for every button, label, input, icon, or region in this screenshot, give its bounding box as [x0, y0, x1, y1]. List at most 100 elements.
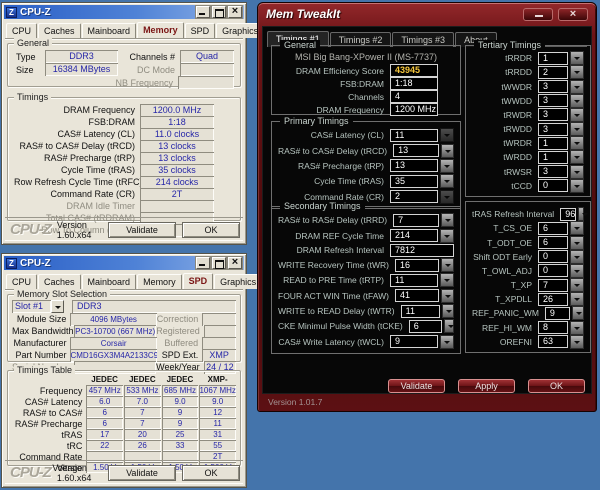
timing-value[interactable]: 16: [395, 259, 439, 272]
tab[interactable]: Caches: [38, 274, 81, 289]
slot-select[interactable]: Slot #1: [12, 300, 64, 313]
timing-value[interactable]: 2: [390, 190, 438, 203]
apply-button[interactable]: Apply: [458, 379, 515, 393]
chevron-down-icon[interactable]: [570, 292, 584, 306]
close-icon[interactable]: [228, 257, 242, 269]
timing-value[interactable]: 3: [538, 108, 568, 121]
chevron-down-icon[interactable]: [440, 190, 454, 204]
minimize-icon[interactable]: [523, 8, 553, 21]
cpuz-titlebar[interactable]: CPU-Z: [4, 5, 244, 19]
timing-value[interactable]: 1: [538, 151, 568, 164]
chevron-down-icon[interactable]: [440, 273, 454, 287]
ok-button[interactable]: OK: [182, 465, 240, 481]
chevron-down-icon[interactable]: [441, 144, 454, 158]
tab[interactable]: SPD: [183, 273, 214, 289]
timing-value[interactable]: 11: [390, 274, 438, 287]
timing-value[interactable]: 26: [538, 293, 568, 306]
tab[interactable]: Graphics: [214, 274, 262, 289]
chevron-down-icon[interactable]: [51, 300, 64, 313]
timing-value[interactable]: 9: [545, 307, 570, 320]
chevron-down-icon[interactable]: [570, 80, 584, 94]
timing-value[interactable]: 7812: [390, 244, 454, 257]
chevron-down-icon[interactable]: [570, 122, 584, 136]
timing-value[interactable]: 6: [409, 320, 442, 333]
chevron-down-icon[interactable]: [578, 207, 584, 221]
chevron-down-icon[interactable]: [440, 128, 454, 142]
timing-label: Cycle Time (tRAS): [278, 176, 390, 186]
maximize-icon[interactable]: [212, 6, 226, 18]
timing-value[interactable]: 214: [390, 229, 438, 242]
chevron-down-icon[interactable]: [570, 278, 584, 292]
memtweakit-titlebar[interactable]: Mem TweakIt: [258, 3, 596, 25]
timing-value[interactable]: 11: [390, 129, 438, 142]
tab[interactable]: CPU: [6, 23, 37, 38]
minimize-icon[interactable]: [196, 257, 210, 269]
tab[interactable]: Caches: [38, 23, 81, 38]
chevron-down-icon[interactable]: [441, 213, 454, 227]
chevron-down-icon[interactable]: [570, 136, 584, 150]
timing-value[interactable]: 7: [538, 279, 568, 292]
timing-value[interactable]: 6: [538, 222, 568, 235]
chevron-down-icon[interactable]: [440, 159, 454, 173]
cpuz-titlebar[interactable]: CPU-Z: [4, 256, 244, 270]
timing-value[interactable]: 13: [390, 159, 438, 172]
chevron-down-icon[interactable]: [570, 94, 584, 108]
timing-value[interactable]: 3: [538, 165, 568, 178]
timing-value[interactable]: 6: [538, 236, 568, 249]
chevron-down-icon[interactable]: [442, 304, 454, 318]
chevron-down-icon[interactable]: [570, 51, 584, 65]
timing-value[interactable]: 35: [390, 175, 438, 188]
timing-value[interactable]: 3: [538, 80, 568, 93]
tab[interactable]: Mainboard: [82, 23, 137, 38]
timing-value[interactable]: 63: [538, 335, 568, 348]
timing-value[interactable]: 2: [538, 66, 568, 79]
tab[interactable]: CPU: [6, 274, 37, 289]
tab[interactable]: Memory: [137, 22, 184, 38]
timing-value[interactable]: 0: [538, 250, 568, 263]
tab[interactable]: SPD: [185, 23, 216, 38]
chevron-down-icon[interactable]: [570, 179, 584, 193]
chevron-down-icon[interactable]: [570, 264, 584, 278]
chevron-down-icon[interactable]: [570, 165, 584, 179]
chevron-down-icon[interactable]: [570, 221, 584, 235]
validate-button[interactable]: Validate: [388, 379, 445, 393]
timing-value[interactable]: 1: [538, 137, 568, 150]
chevron-down-icon[interactable]: [440, 174, 454, 188]
chevron-down-icon[interactable]: [440, 229, 454, 243]
close-icon[interactable]: [558, 8, 588, 21]
timing-value[interactable]: 11: [401, 305, 441, 318]
chevron-down-icon[interactable]: [570, 150, 584, 164]
ok-button[interactable]: OK: [182, 222, 240, 238]
timing-value[interactable]: 8: [538, 321, 568, 334]
tab[interactable]: Memory: [137, 274, 182, 289]
close-icon[interactable]: [228, 6, 242, 18]
timing-value[interactable]: 0: [538, 264, 568, 277]
row-value: 4: [390, 90, 438, 103]
chevron-down-icon[interactable]: [440, 335, 454, 349]
chevron-down-icon[interactable]: [444, 319, 454, 333]
chevron-down-icon[interactable]: [570, 250, 584, 264]
timing-value[interactable]: 3: [538, 94, 568, 107]
timing-value[interactable]: 96: [560, 208, 576, 221]
chevron-down-icon[interactable]: [441, 258, 454, 272]
chevron-down-icon[interactable]: [572, 306, 584, 320]
chevron-down-icon[interactable]: [570, 65, 584, 79]
minimize-icon[interactable]: [196, 6, 210, 18]
tab[interactable]: Mainboard: [82, 274, 137, 289]
validate-button[interactable]: Validate: [108, 222, 176, 238]
maximize-icon[interactable]: [212, 257, 226, 269]
ok-button[interactable]: OK: [528, 379, 585, 393]
timing-value[interactable]: 1: [538, 52, 568, 65]
timing-value[interactable]: 3: [538, 123, 568, 136]
chevron-down-icon[interactable]: [570, 335, 584, 349]
chevron-down-icon[interactable]: [570, 321, 584, 335]
timing-value[interactable]: 13: [393, 144, 439, 157]
timing-value[interactable]: 41: [395, 289, 439, 302]
timing-value[interactable]: 9: [390, 335, 438, 348]
chevron-down-icon[interactable]: [441, 289, 454, 303]
chevron-down-icon[interactable]: [570, 236, 584, 250]
timing-value[interactable]: 7: [393, 214, 439, 227]
validate-button[interactable]: Validate: [108, 465, 176, 481]
chevron-down-icon[interactable]: [570, 108, 584, 122]
timing-value[interactable]: 0: [538, 179, 568, 192]
